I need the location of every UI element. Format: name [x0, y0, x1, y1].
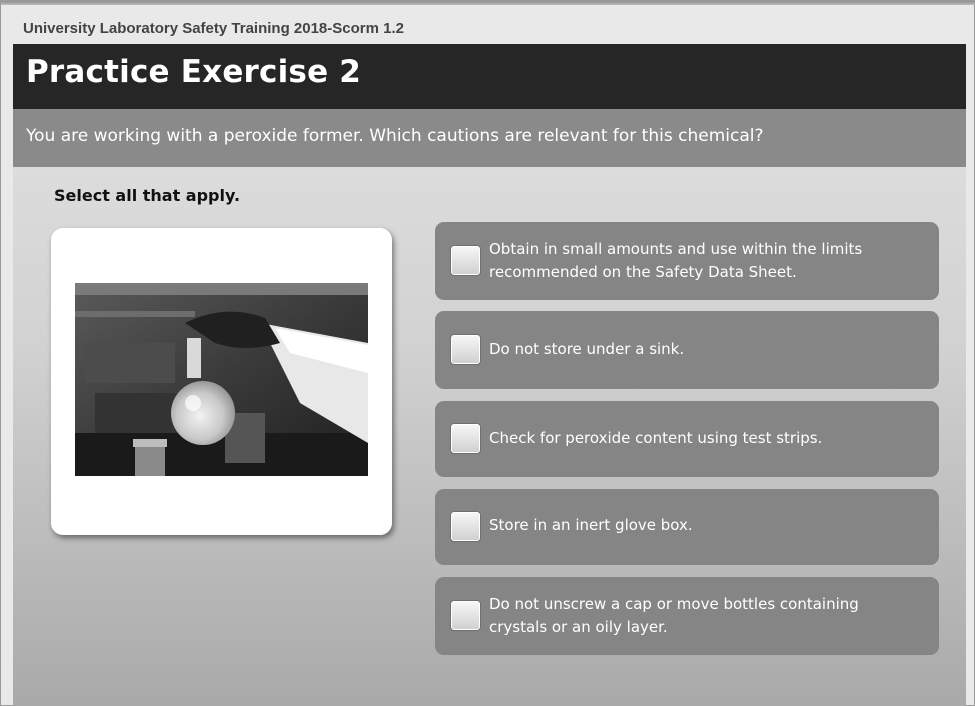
instruction-text: Select all that apply.	[54, 186, 241, 205]
slide-stage: Practice Exercise 2 You are working with…	[13, 44, 966, 706]
image-card	[51, 228, 392, 535]
page-title: Practice Exercise 2	[26, 54, 362, 90]
answer-option-5[interactable]: Do not unscrew a cap or move bottles con…	[435, 577, 939, 655]
question-text: You are working with a peroxide former. …	[26, 126, 764, 146]
answer-label-5: Do not unscrew a cap or move bottles con…	[489, 595, 859, 636]
lab-flask-image	[75, 283, 368, 476]
answer-option-4[interactable]: Store in an inert glove box.	[435, 489, 939, 565]
answer-checkbox-5[interactable]	[450, 600, 481, 631]
answer-checkbox-1[interactable]	[450, 245, 481, 276]
answer-checkbox-3[interactable]	[450, 423, 481, 454]
answer-option-1[interactable]: Obtain in small amounts and use within t…	[435, 222, 939, 300]
answer-checkbox-2[interactable]	[450, 334, 481, 365]
course-window: University Laboratory Safety Training 20…	[0, 0, 975, 706]
answer-checkbox-4[interactable]	[450, 511, 481, 542]
answer-label-2: Do not store under a sink.	[489, 340, 685, 358]
lab-photo	[75, 283, 368, 476]
answer-label-1: Obtain in small amounts and use within t…	[489, 240, 863, 281]
slide-header: Practice Exercise 2	[13, 44, 966, 109]
answer-option-2[interactable]: Do not store under a sink.	[435, 311, 939, 389]
question-band: You are working with a peroxide former. …	[13, 109, 966, 167]
course-title: University Laboratory Safety Training 20…	[23, 20, 404, 37]
window-top-border	[1, 1, 975, 5]
answer-option-3[interactable]: Check for peroxide content using test st…	[435, 401, 939, 477]
answer-label-4: Store in an inert glove box.	[489, 516, 693, 534]
answer-label-3: Check for peroxide content using test st…	[489, 429, 823, 447]
